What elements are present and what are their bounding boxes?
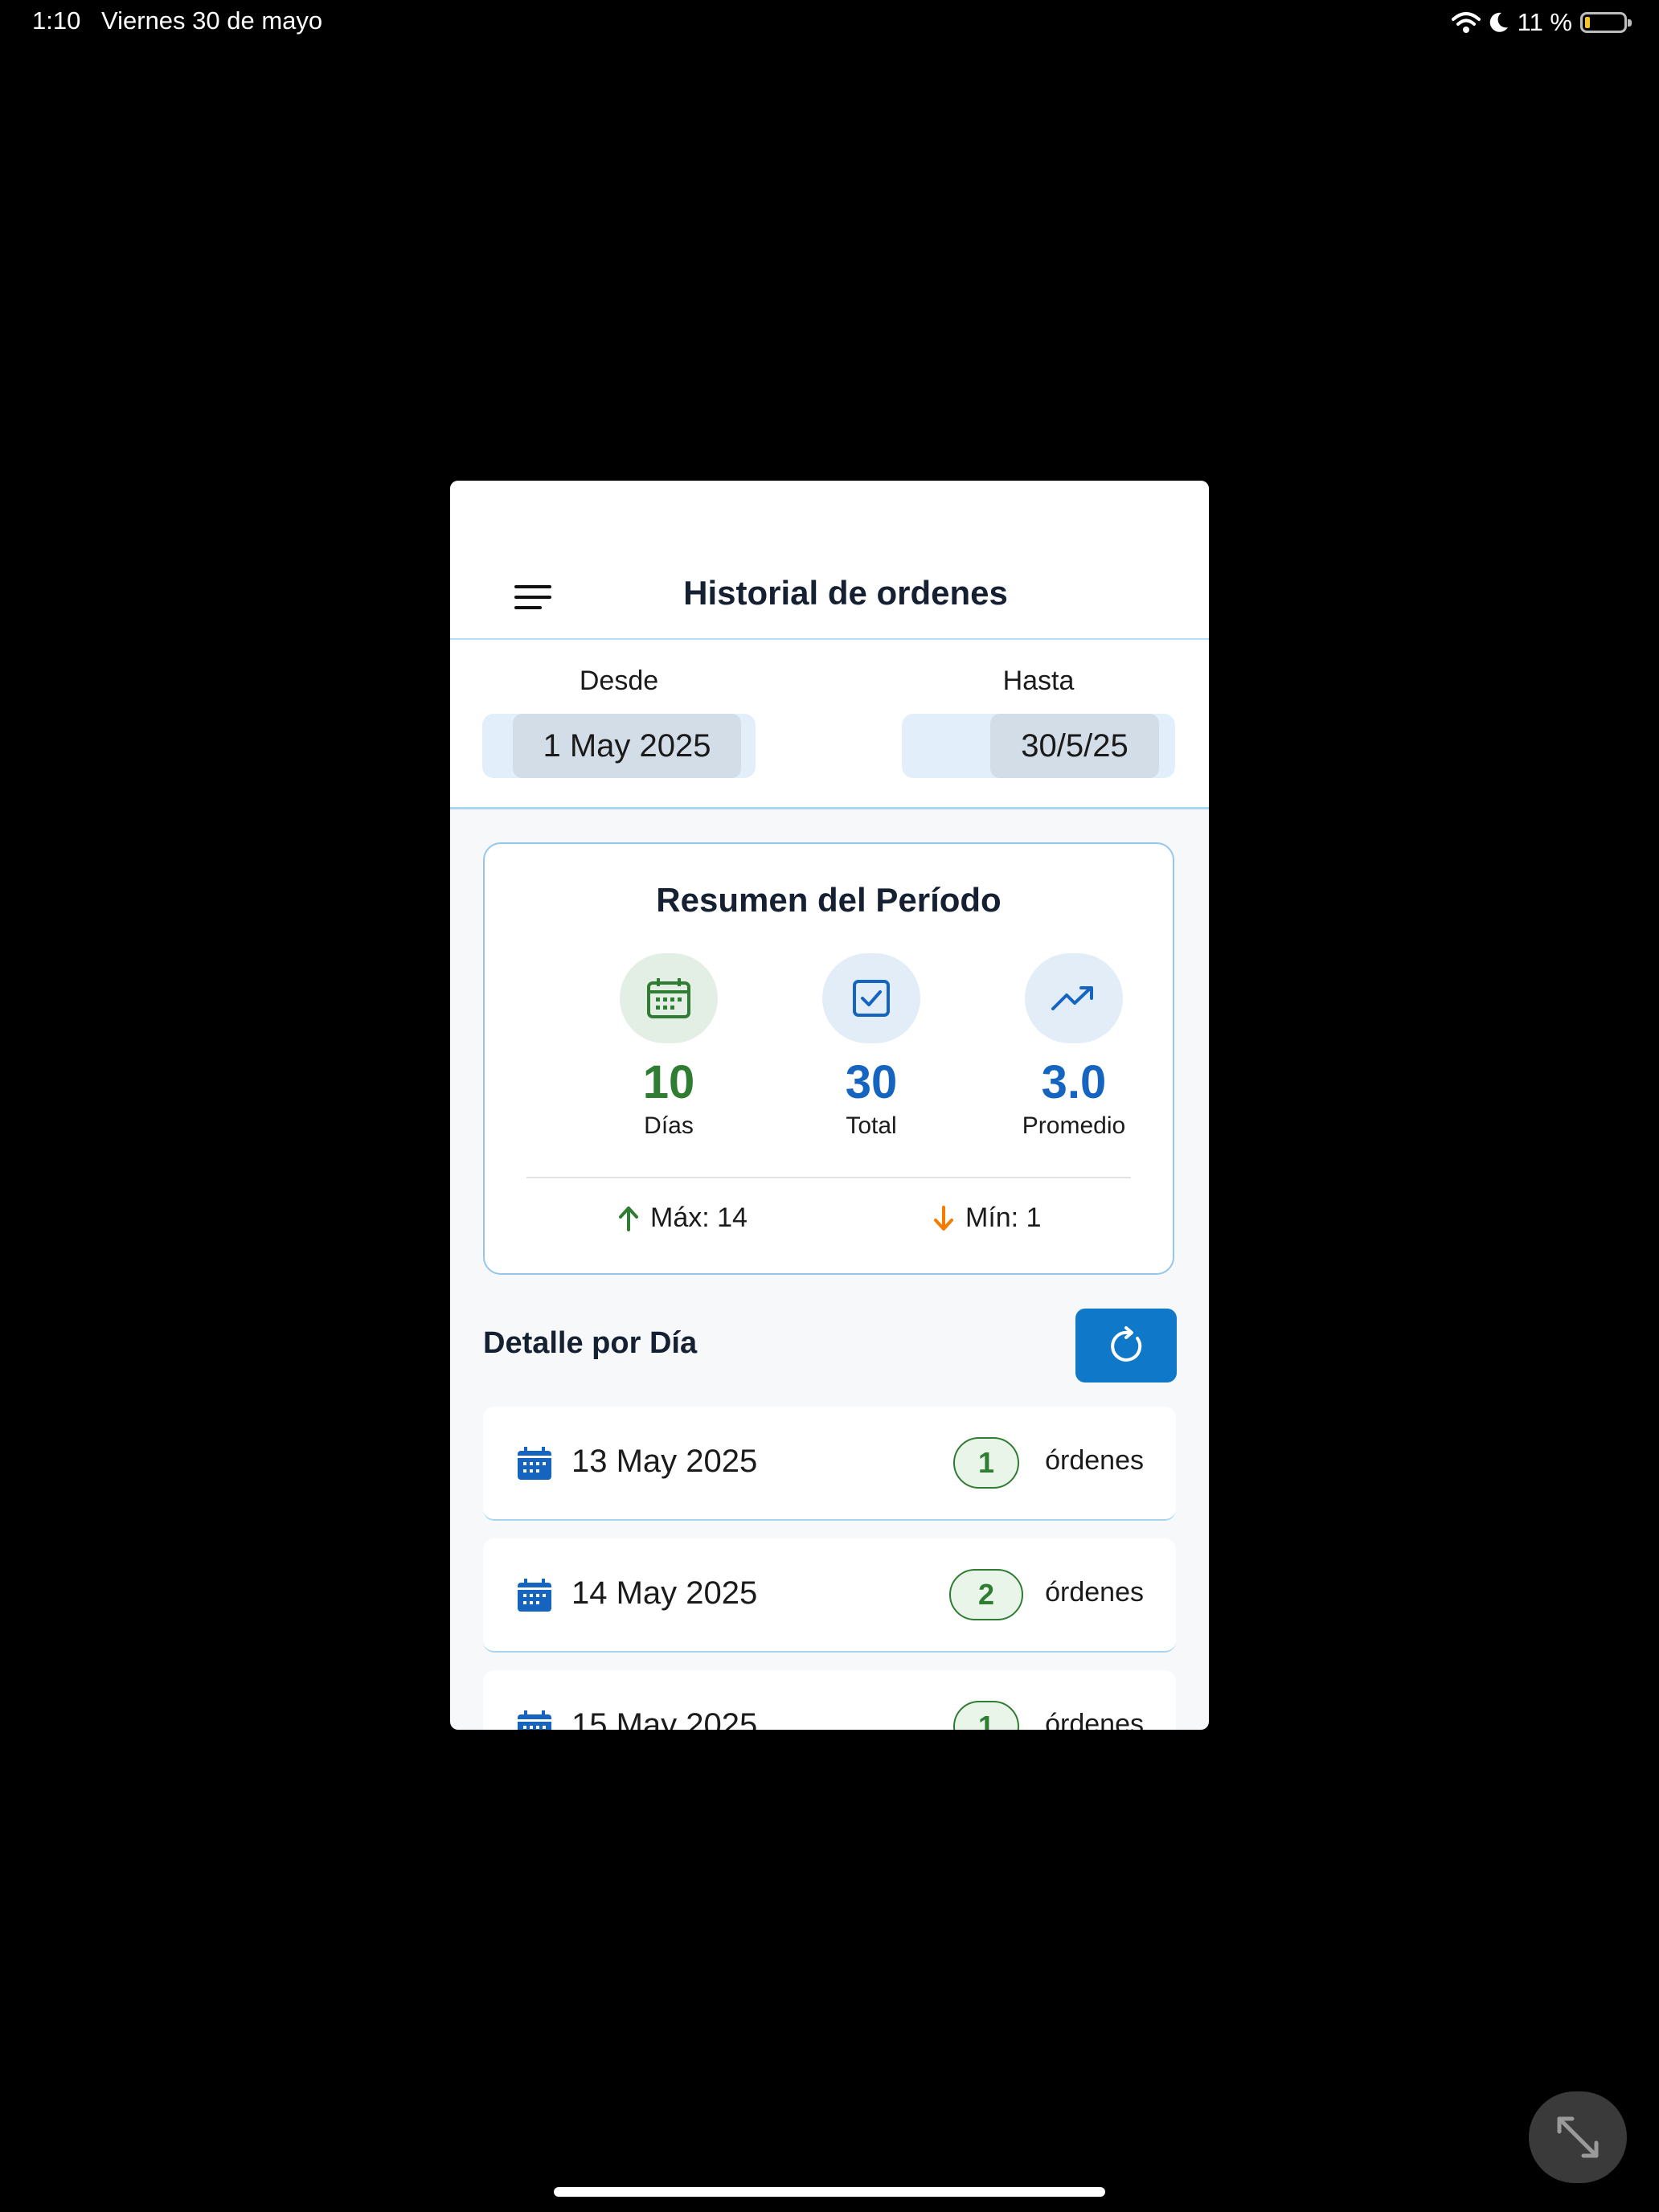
calendar-icon <box>518 1447 551 1480</box>
battery-percent: 11 % <box>1517 8 1572 36</box>
stat-days-value: 10 <box>642 1056 695 1108</box>
refresh-icon <box>1111 1326 1142 1362</box>
day-row[interactable]: 13 May 2025 1 órdenes <box>483 1407 1176 1521</box>
max-indicator: Máx: 14 <box>618 1202 748 1234</box>
day-date: 15 May 2025 <box>571 1707 758 1730</box>
status-time: 1:10 <box>32 6 81 35</box>
to-date-field[interactable]: 30/5/25 <box>902 714 1175 778</box>
day-row[interactable]: 14 May 2025 2 órdenes <box>483 1538 1176 1653</box>
status-indicators: 11 % <box>1451 6 1632 39</box>
day-date: 13 May 2025 <box>571 1444 758 1479</box>
day-date: 14 May 2025 <box>571 1575 758 1611</box>
expand-icon <box>1557 2116 1599 2158</box>
day-row[interactable]: 15 May 2025 1 órdenes <box>483 1670 1176 1730</box>
order-count-badge: 1 <box>953 1701 1019 1730</box>
from-date-value[interactable]: 1 May 2025 <box>513 714 741 778</box>
stat-total-label: Total <box>846 1112 897 1139</box>
order-count-badge: 1 <box>953 1437 1019 1489</box>
max-text: Máx: 14 <box>650 1202 748 1233</box>
stat-days: 10 Días <box>588 953 749 1140</box>
battery-icon <box>1580 12 1632 33</box>
home-indicator[interactable] <box>554 2187 1105 2197</box>
wifi-icon <box>1451 12 1481 33</box>
stat-average: 3.0 Promedio <box>993 953 1154 1140</box>
page-title: Historial de ordenes <box>683 574 1008 612</box>
arrow-up-icon <box>619 1206 638 1231</box>
summary-card: Resumen del Período 10 Días 30 Total 3.0… <box>483 842 1174 1275</box>
from-label: Desde <box>579 666 659 696</box>
detail-section-title: Detalle por Día <box>483 1326 698 1360</box>
checkbox-icon <box>822 953 920 1043</box>
from-date-field[interactable]: 1 May 2025 <box>482 714 756 778</box>
date-range-panel: Desde 1 May 2025 Hasta 30/5/25 <box>450 640 1209 809</box>
min-indicator: Mín: 1 <box>933 1202 1041 1234</box>
stat-days-label: Días <box>644 1112 694 1139</box>
stat-total: 30 Total <box>791 953 952 1140</box>
moon-icon <box>1489 12 1508 32</box>
to-label: Hasta <box>1002 666 1075 696</box>
app-bar: Historial de ordenes <box>450 481 1209 640</box>
order-count-badge: 2 <box>949 1569 1023 1620</box>
calendar-icon <box>518 1710 551 1730</box>
stat-total-value: 30 <box>845 1056 898 1108</box>
order-count-label: órdenes <box>1045 1577 1144 1608</box>
min-text: Mín: 1 <box>965 1202 1042 1233</box>
stat-average-value: 3.0 <box>1041 1056 1107 1108</box>
trending-up-icon <box>1025 953 1123 1043</box>
summary-divider <box>526 1177 1131 1178</box>
stat-average-label: Promedio <box>1022 1112 1126 1139</box>
order-count-label: órdenes <box>1045 1445 1144 1476</box>
summary-title: Resumen del Período <box>656 881 1002 919</box>
refresh-button[interactable] <box>1075 1309 1177 1382</box>
app-window: Historial de ordenes Desde 1 May 2025 Ha… <box>450 481 1209 1730</box>
order-count-label: órdenes <box>1045 1709 1144 1730</box>
arrow-down-icon <box>934 1205 953 1231</box>
status-date: Viernes 30 de mayo <box>101 6 323 35</box>
calendar-icon <box>518 1579 551 1612</box>
to-date-value[interactable]: 30/5/25 <box>990 714 1159 778</box>
expand-button[interactable] <box>1529 2091 1627 2183</box>
calendar-icon <box>620 953 718 1043</box>
